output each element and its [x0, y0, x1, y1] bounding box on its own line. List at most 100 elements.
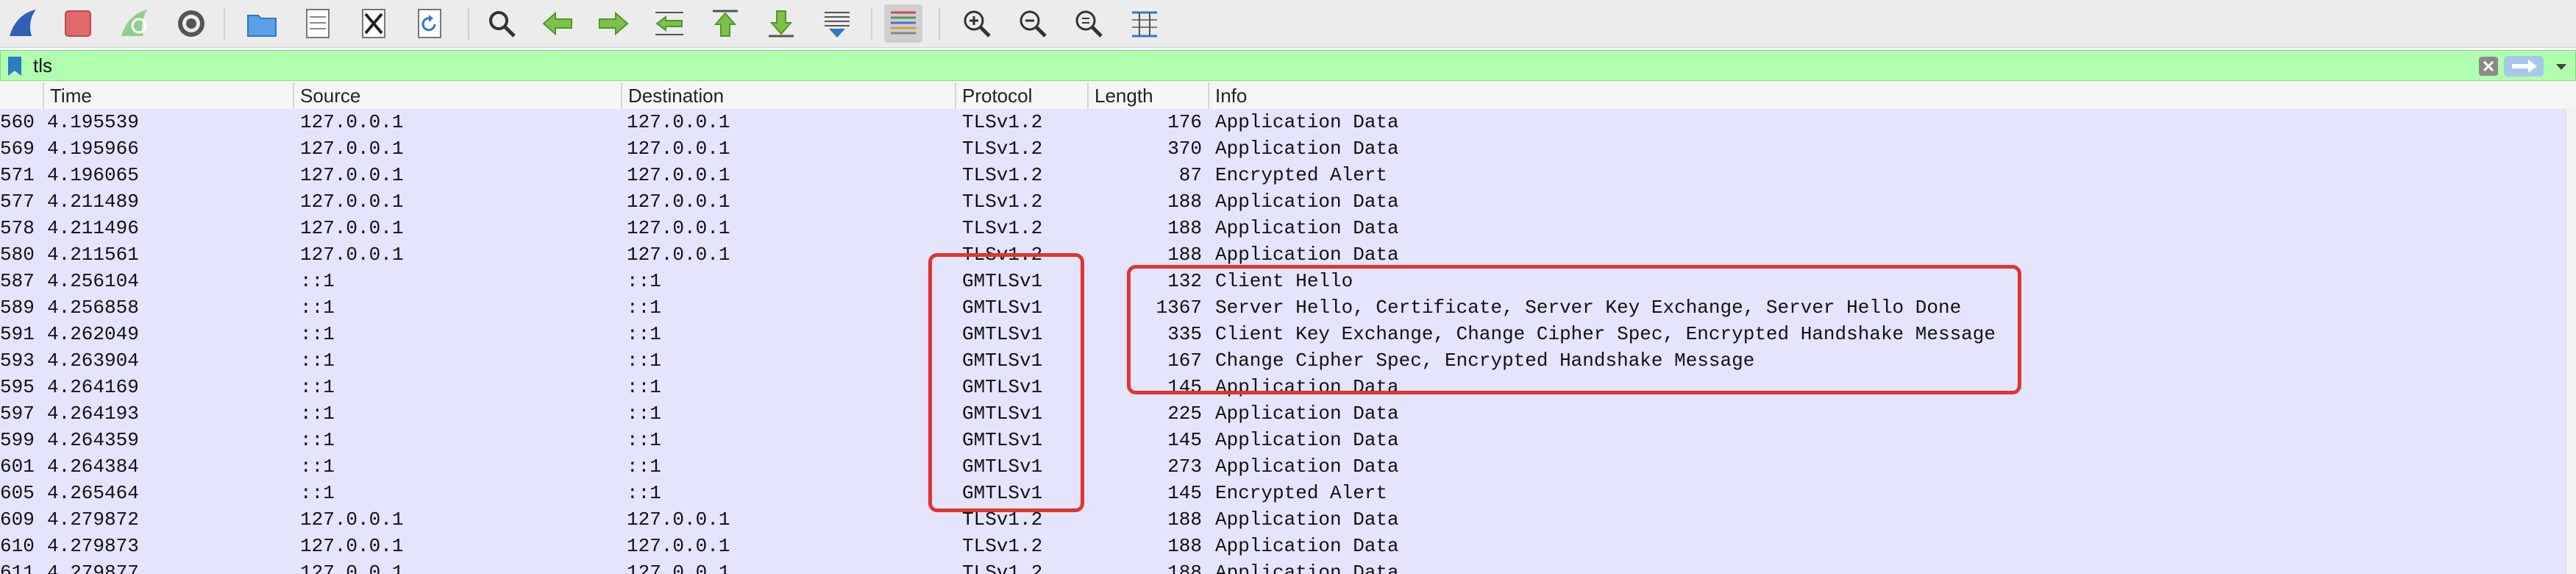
shark-fin-start-icon[interactable]	[4, 4, 43, 43]
table-row[interactable]: 560 4.195539 127.0.0.1 127.0.0.1 TLSv1.2 176 A…	[0, 109, 2566, 135]
cell-destination: 127.0.0.1	[627, 244, 730, 266]
table-row[interactable]: 569 4.195966 127.0.0.1 127.0.0.1 TLSv1.2 370 A…	[0, 135, 2566, 162]
cell-length: 176	[1167, 111, 1202, 133]
cell-no: 587	[0, 270, 35, 292]
cell-info: Application Data	[1215, 509, 1399, 531]
packet-list-header: Time Source Destination Protocol Length …	[0, 82, 2576, 110]
open-file-icon[interactable]	[243, 4, 281, 43]
cell-destination: 127.0.0.1	[627, 509, 730, 531]
cell-info: Application Data	[1215, 456, 1399, 478]
cell-source: ::1	[300, 482, 335, 504]
zoom-out-icon[interactable]	[1014, 4, 1052, 43]
column-header-destination[interactable]: Destination	[621, 82, 955, 109]
table-row[interactable]: 577 4.211489 127.0.0.1 127.0.0.1 TLSv1.2 188 A…	[0, 188, 2566, 215]
normal-size-icon[interactable]	[1070, 4, 1108, 43]
go-back-icon[interactable]	[538, 4, 577, 43]
colorize-icon[interactable]	[884, 4, 922, 43]
cell-source: ::1	[300, 350, 335, 372]
protocol-highlight-box	[928, 253, 1084, 512]
column-header-time[interactable]: Time	[43, 82, 293, 109]
cell-time: 4.264193	[47, 403, 139, 425]
column-header-no[interactable]	[0, 82, 43, 109]
last-packet-icon[interactable]	[762, 4, 800, 43]
toolbar-separator	[939, 7, 940, 40]
bookmark-icon[interactable]	[5, 55, 24, 77]
cell-protocol: TLSv1.2	[962, 561, 1043, 574]
vertical-scrollbar[interactable]	[2566, 109, 2576, 574]
main-toolbar	[0, 0, 2576, 48]
save-file-icon[interactable]	[299, 4, 337, 43]
column-header-length[interactable]: Length	[1087, 82, 1208, 109]
close-file-icon[interactable]	[355, 4, 393, 43]
cell-time: 4.265464	[47, 482, 139, 504]
cell-length: 87	[1178, 164, 1202, 186]
reload-icon[interactable]	[410, 4, 449, 43]
cell-no: 611	[0, 561, 35, 574]
cell-source: 127.0.0.1	[300, 191, 404, 213]
cell-length: 370	[1167, 138, 1202, 160]
table-row[interactable]: 597 4.264193::1::1 GMTLSv1 225 Application D…	[0, 400, 2566, 427]
cell-source: ::1	[300, 456, 335, 478]
table-row[interactable]: 578 4.211496 127.0.0.1 127.0.0.1 TLSv1.2 188 A…	[0, 215, 2566, 241]
cell-length: 225	[1167, 403, 1202, 425]
cell-time: 4.211561	[47, 244, 139, 266]
filter-history-dropdown-icon[interactable]	[2552, 57, 2571, 76]
cell-time: 4.256858	[47, 297, 139, 319]
cell-destination: ::1	[627, 270, 661, 292]
cell-no: 580	[0, 244, 35, 266]
column-header-protocol[interactable]: Protocol	[955, 82, 1087, 109]
cell-source: ::1	[300, 323, 335, 345]
table-row[interactable]: 611 4.279877 127.0.0.1 127.0.0.1 TLSv1.2 188 A…	[0, 559, 2566, 574]
first-packet-icon[interactable]	[706, 4, 744, 43]
cell-source: 127.0.0.1	[300, 561, 404, 574]
stop-capture-icon[interactable]	[59, 4, 97, 43]
cell-source: ::1	[300, 403, 335, 425]
cell-source: ::1	[300, 376, 335, 398]
cell-no: 601	[0, 456, 35, 478]
table-row[interactable]: 609 4.279872 127.0.0.1 127.0.0.1 TLSv1.2 188 A…	[0, 506, 2566, 533]
capture-options-icon[interactable]	[172, 4, 210, 43]
toolbar-separator	[224, 7, 225, 40]
display-filter-input[interactable]	[33, 54, 2461, 77]
table-row[interactable]: 571 4.196065 127.0.0.1 127.0.0.1 TLSv1.2 87 En…	[0, 162, 2566, 188]
cell-destination: ::1	[627, 376, 661, 398]
cell-time: 4.264384	[47, 456, 139, 478]
column-header-source[interactable]: Source	[293, 82, 621, 109]
cell-destination: 127.0.0.1	[627, 217, 730, 239]
cell-no: 610	[0, 535, 35, 557]
cell-time: 4.279877	[47, 561, 139, 574]
cell-no: 577	[0, 191, 35, 213]
cell-destination: 127.0.0.1	[627, 164, 730, 186]
restart-capture-icon[interactable]	[116, 4, 154, 43]
cell-length: 188	[1167, 561, 1202, 574]
cell-info: Application Data	[1215, 217, 1399, 239]
go-to-packet-icon[interactable]	[650, 4, 689, 43]
cell-time: 4.279872	[47, 509, 139, 531]
cell-destination: ::1	[627, 482, 661, 504]
resize-columns-icon[interactable]	[1125, 4, 1164, 43]
apply-filter-icon[interactable]	[2503, 55, 2544, 77]
table-row[interactable]: 601 4.264384::1::1 GMTLSv1 273 Application D…	[0, 453, 2566, 480]
table-row[interactable]: 610 4.279873 127.0.0.1 127.0.0.1 TLSv1.2 188 A…	[0, 533, 2566, 559]
column-header-info[interactable]: Info	[1208, 82, 2576, 109]
handshake-highlight-box	[1127, 265, 2021, 394]
table-row[interactable]: 605 4.265464::1::1 GMTLSv1 145 Encrypted Ale…	[0, 480, 2566, 506]
cell-time: 4.195539	[47, 111, 139, 133]
display-filter-bar	[0, 50, 2576, 81]
cell-time: 4.211489	[47, 191, 139, 213]
autoscroll-icon[interactable]	[818, 4, 856, 43]
cell-protocol: TLSv1.2	[962, 138, 1043, 160]
cell-source: 127.0.0.1	[300, 138, 404, 160]
cell-source: ::1	[300, 429, 335, 451]
cell-no: 569	[0, 138, 35, 160]
clear-filter-icon[interactable]	[2478, 56, 2499, 77]
go-forward-icon[interactable]	[594, 4, 633, 43]
table-row[interactable]: 599 4.264359::1::1 GMTLSv1 145 Application D…	[0, 427, 2566, 453]
cell-destination: 127.0.0.1	[627, 138, 730, 160]
zoom-in-icon[interactable]	[958, 4, 996, 43]
find-packet-icon[interactable]	[483, 4, 521, 43]
cell-no: 589	[0, 297, 35, 319]
cell-info: Application Data	[1215, 111, 1399, 133]
table-row[interactable]: 580 4.211561 127.0.0.1 127.0.0.1 TLSv1.2 188 A…	[0, 241, 2566, 268]
cell-protocol: TLSv1.2	[962, 164, 1043, 186]
